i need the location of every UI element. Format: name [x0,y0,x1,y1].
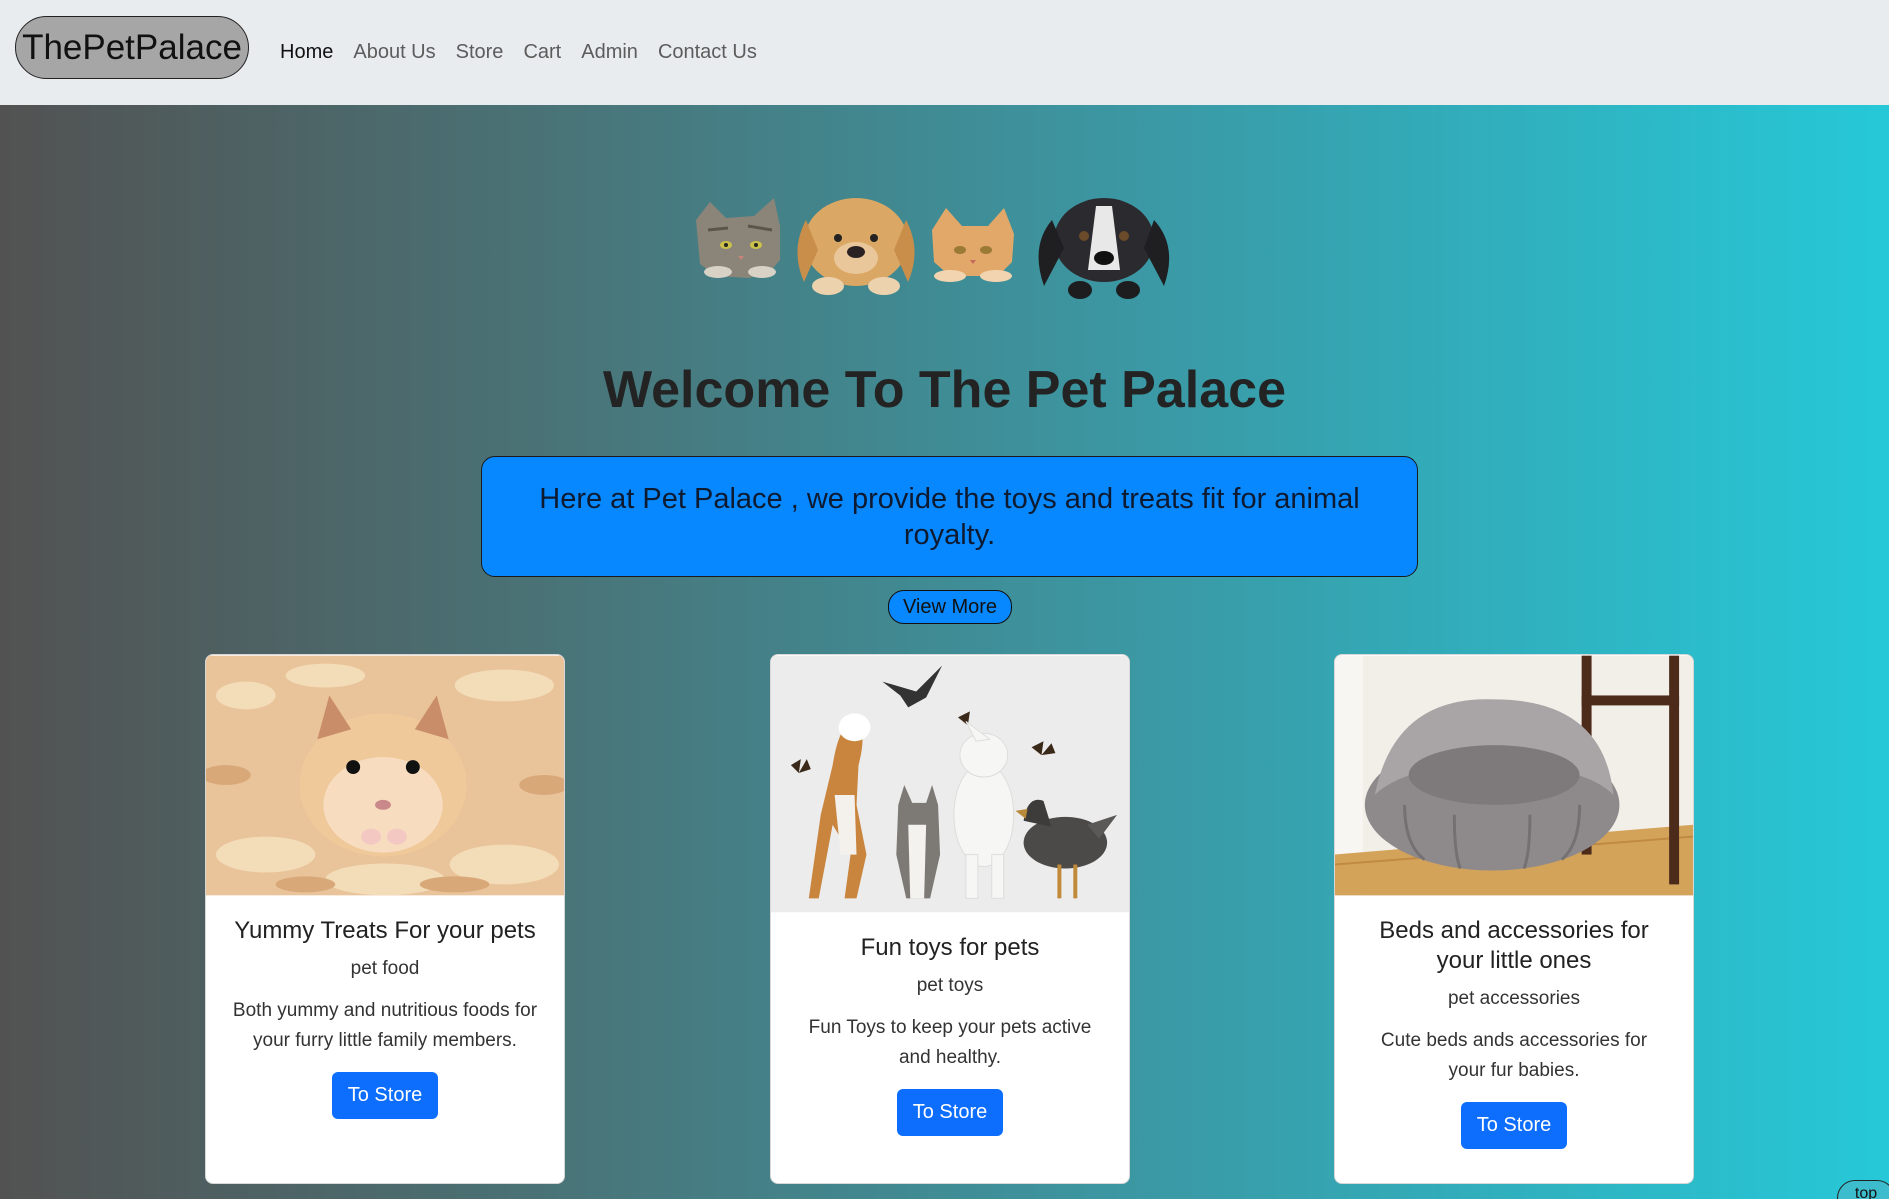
nav-links: Home About Us Store Cart Admin Contact U… [280,41,777,64]
brand-logo[interactable]: ThePetPalace [15,16,249,79]
card-pet-food: Yummy Treats For your pets pet food Both… [205,654,565,1184]
to-store-button[interactable]: To Store [1460,1102,1568,1149]
peeking-pets-image [696,198,1170,299]
pets-playing-image [771,655,1129,913]
card-subtitle: pet food [350,958,420,979]
back-to-top-button[interactable]: top [1837,1180,1889,1199]
nav-link-admin[interactable]: Admin [581,41,638,64]
card-description: Fun Toys to keep your pets active and he… [808,1017,1092,1068]
nav-link-cart[interactable]: Cart [523,41,561,64]
golden-dog-illustration [797,198,915,295]
hero-section: Welcome To The Pet Palace Here at Pet Pa… [0,105,1889,1199]
tabby-cat-illustration [696,198,780,278]
card-title: Yummy Treats For your pets [234,917,536,944]
card-pet-accessories: Beds and accessories for your little one… [1334,654,1694,1184]
tagline-box: Here at Pet Palace , we provide the toys… [481,456,1418,577]
nav-link-home[interactable]: Home [280,41,333,64]
nav-link-about-us[interactable]: About Us [353,41,435,64]
card-title: Fun toys for pets [860,934,1040,961]
card-subtitle: pet toys [916,975,984,996]
hamster-image [206,655,564,896]
orange-cat-illustration [932,208,1014,282]
card-pet-toys: Fun toys for pets pet toys Fun Toys to k… [770,654,1130,1184]
nav-link-store[interactable]: Store [456,41,504,64]
card-title: Beds and accessories for your little one… [1379,917,1649,974]
to-store-button[interactable]: To Store [896,1089,1004,1136]
welcome-heading: Welcome To The Pet Palace [603,361,1286,419]
black-white-dog-illustration [1038,198,1170,299]
view-more-button[interactable]: View More [888,590,1012,624]
nav-link-contact-us[interactable]: Contact Us [658,41,757,64]
card-description: Cute beds ands accessories for your fur … [1380,1030,1648,1081]
card-description: Both yummy and nutritious foods for your… [232,1000,538,1051]
card-subtitle: pet accessories [1447,988,1580,1009]
navbar: ThePetPalace Home About Us Store Cart Ad… [0,0,1889,105]
pet-bed-image [1335,655,1693,896]
to-store-button[interactable]: To Store [331,1072,439,1119]
